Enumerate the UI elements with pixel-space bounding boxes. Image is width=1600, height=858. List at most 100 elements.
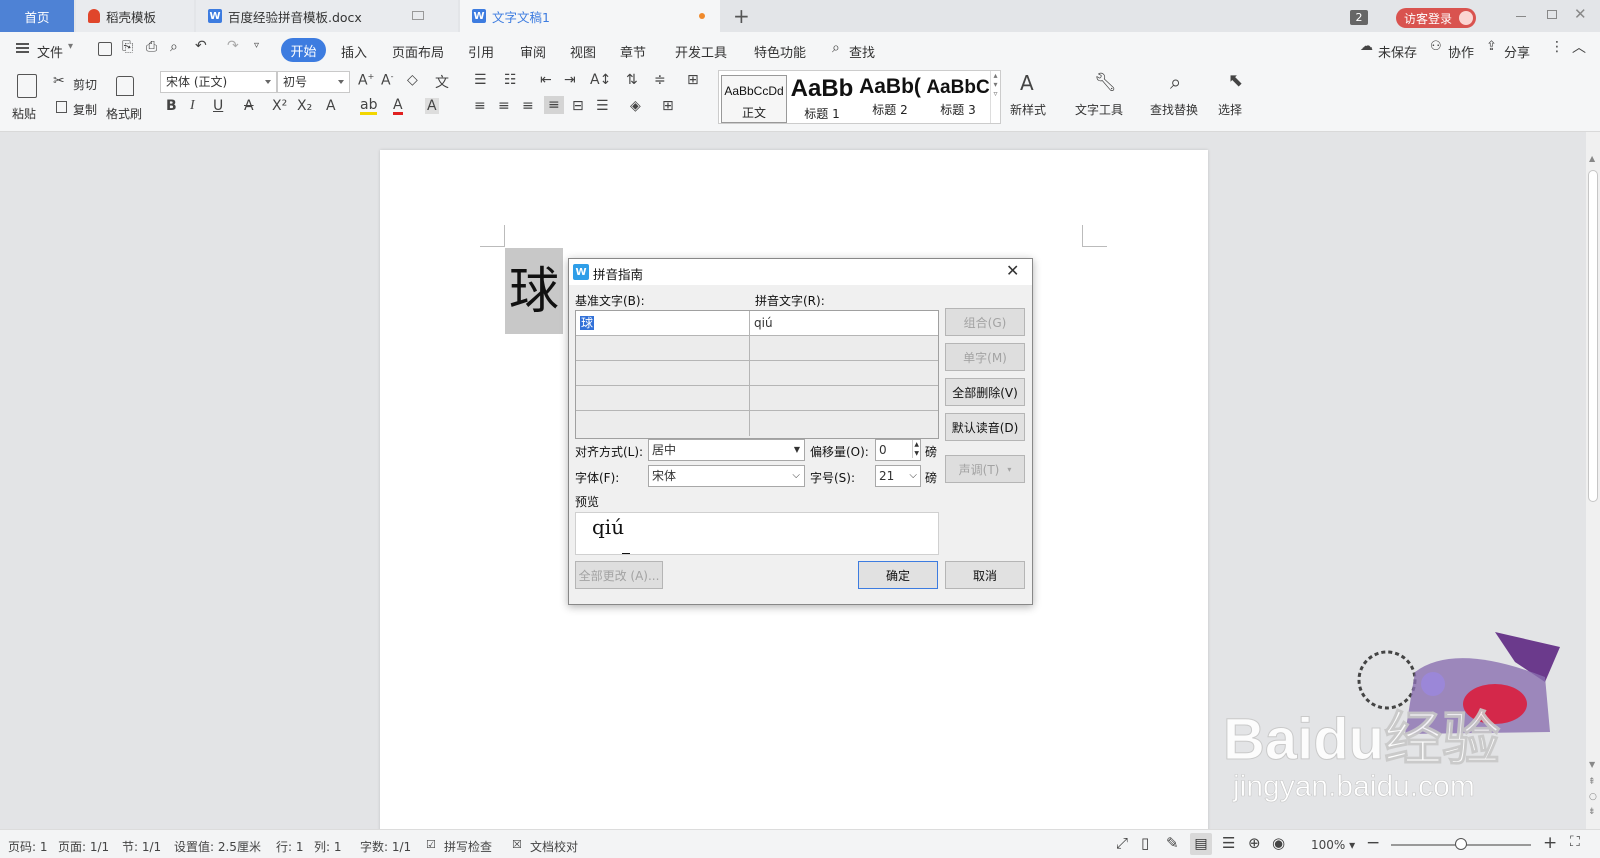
menu-start[interactable]: 开始 <box>281 38 326 62</box>
tone-button[interactable]: 声调(T) ▾ <box>945 455 1025 483</box>
status-pages[interactable]: 页面: 1/1 <box>58 838 109 855</box>
vertical-scrollbar[interactable]: ▲ ▼ ⇞ ○ ⇟ <box>1586 132 1600 829</box>
italic-button[interactable]: I <box>190 98 195 114</box>
style-heading-2[interactable]: AaBb( 标题 2 <box>857 75 923 123</box>
text-tools-button[interactable]: 文字工具 <box>1075 101 1123 118</box>
base-text-input-1[interactable]: 球 <box>576 311 750 336</box>
numbered-list-icon[interactable]: ☷ <box>504 72 517 88</box>
align-left-icon[interactable]: ≡ <box>474 98 486 114</box>
grow-font-icon[interactable]: A+ <box>358 72 374 89</box>
selected-character[interactable]: 球 <box>505 248 563 334</box>
menu-page-layout[interactable]: 页面布局 <box>392 42 444 61</box>
style-normal[interactable]: AaBbCcDd 正文 <box>721 75 787 123</box>
phonetic-guide-icon[interactable]: 文 <box>435 72 449 92</box>
eye-protect-icon[interactable]: ◉ <box>1272 834 1285 852</box>
menu-file[interactable]: 文件 <box>37 42 63 61</box>
decrease-indent-icon[interactable]: ⇤ <box>540 72 552 88</box>
font-color-icon[interactable]: A <box>393 98 403 115</box>
minimize-button[interactable] <box>1516 16 1526 17</box>
align-center-icon[interactable]: ≡ <box>498 98 510 114</box>
find-replace-button[interactable]: 查找替换 <box>1150 101 1198 118</box>
menu-developer[interactable]: 开发工具 <box>675 42 727 61</box>
group-button[interactable]: 组合(G) <box>945 308 1025 336</box>
zoom-out-button[interactable]: − <box>1366 833 1380 853</box>
ruby-text-input-4[interactable] <box>750 386 938 411</box>
menu-chapter[interactable]: 章节 <box>620 42 646 61</box>
more-vertical-icon[interactable]: ⋮ <box>1550 39 1564 55</box>
increase-indent-icon[interactable]: ⇥ <box>564 72 576 88</box>
outline-view-icon[interactable]: ☰ <box>1222 834 1235 852</box>
zoom-slider[interactable] <box>1391 838 1531 850</box>
format-painter-button[interactable]: 格式刷 <box>106 72 146 124</box>
status-section[interactable]: 节: 1/1 <box>122 838 161 855</box>
ruby-text-input-5[interactable] <box>750 411 938 436</box>
font-select[interactable]: 宋体 ⌵ <box>648 465 805 487</box>
size-select[interactable]: 21 ⌵ <box>875 465 921 487</box>
status-column[interactable]: 列: 1 <box>314 838 342 855</box>
scrollbar-thumb[interactable] <box>1588 170 1598 502</box>
share-button[interactable]: 分享 <box>1504 42 1530 61</box>
zoom-level-select[interactable]: 100% ▾ <box>1311 838 1355 852</box>
bold-button[interactable]: B <box>166 98 177 114</box>
style-heading-1[interactable]: AaBb 标题 1 <box>789 75 855 123</box>
fullscreen-icon[interactable]: ⤢ <box>1116 834 1128 852</box>
text-direction-icon[interactable]: A↕ <box>590 72 611 88</box>
new-tab-button[interactable]: + <box>733 4 750 28</box>
search-icon[interactable]: ⌕ <box>832 40 840 56</box>
underline-button[interactable]: U <box>213 98 223 114</box>
status-page[interactable]: 页码: 1 <box>8 838 48 855</box>
font-name-select[interactable]: 宋体 (正文) <box>160 71 277 93</box>
style-heading-3[interactable]: AaBbC 标题 3 <box>925 75 991 123</box>
restore-button[interactable] <box>1547 10 1557 19</box>
offset-spinner[interactable]: 0 ▲ ▼ <box>875 439 921 461</box>
text-effect-icon[interactable]: A <box>326 98 336 114</box>
scroll-down-icon[interactable]: ▼ <box>1589 760 1595 769</box>
menu-references[interactable]: 引用 <box>468 42 494 61</box>
apply-all-button[interactable]: 全部更改 (A)... <box>575 561 663 589</box>
paste-button[interactable]: 粘贴 <box>10 72 46 124</box>
strikethrough-icon[interactable]: A <box>244 98 254 114</box>
prev-page-icon[interactable]: ⇞ <box>1588 777 1596 787</box>
status-word-count[interactable]: 字数: 1/1 <box>360 838 411 855</box>
base-text-input-5[interactable] <box>576 411 750 436</box>
print-icon[interactable]: ⎙ <box>146 39 157 55</box>
cancel-button[interactable]: 取消 <box>945 561 1025 589</box>
undo-icon[interactable]: ↶ <box>195 38 207 54</box>
export-icon[interactable]: ⎘ <box>122 39 133 55</box>
redo-icon[interactable]: ↷ <box>227 38 239 54</box>
base-text-input-4[interactable] <box>576 386 750 411</box>
line-spacing-icon[interactable]: ≑ <box>654 72 666 88</box>
styles-scroll[interactable]: ▴ ▾ ▿ <box>990 71 1000 123</box>
tab-document-1[interactable]: W 百度经验拼音模板.docx <box>196 0 458 32</box>
shading-icon[interactable]: ◈ <box>630 98 641 114</box>
fit-window-icon[interactable]: ⛶ <box>1570 834 1580 850</box>
read-mode-icon[interactable]: ▯ <box>1141 834 1149 852</box>
ruby-text-input-2[interactable] <box>750 336 938 361</box>
base-text-input-2[interactable] <box>576 336 750 361</box>
monitor-icon[interactable] <box>412 11 424 20</box>
web-view-icon[interactable]: ⊕ <box>1248 834 1261 852</box>
zoom-slider-thumb[interactable] <box>1455 838 1467 850</box>
tab-document-2[interactable]: W 文字文稿1 <box>460 0 720 32</box>
bullet-list-icon[interactable]: ☰ <box>474 72 487 88</box>
menu-view[interactable]: 视图 <box>570 42 596 61</box>
ruby-text-input-1[interactable]: qiú <box>750 311 938 336</box>
superscript-icon[interactable]: X² <box>272 98 287 114</box>
menu-special[interactable]: 特色功能 <box>754 42 806 61</box>
font-size-select[interactable]: 初号 <box>277 71 350 93</box>
status-setting[interactable]: 设置值: 2.5厘米 <box>174 838 261 855</box>
window-count-badge[interactable]: 2 <box>1350 10 1368 25</box>
align-select[interactable]: 居中 ▼ <box>648 439 805 461</box>
clear-all-button[interactable]: 全部删除(V) <box>945 378 1025 406</box>
menu-review[interactable]: 审阅 <box>520 42 546 61</box>
close-window-button[interactable]: ✕ <box>1574 5 1587 23</box>
highlight-icon[interactable]: ab <box>360 98 378 115</box>
unsaved-status[interactable]: 未保存 <box>1378 42 1417 61</box>
paragraph-spacing-icon[interactable]: ☰ <box>596 98 609 114</box>
cut-button[interactable]: 剪切 <box>73 76 97 93</box>
scroll-up-icon[interactable]: ▲ <box>1589 154 1595 163</box>
dialog-close-icon[interactable]: ✕ <box>1006 261 1019 280</box>
sort-icon[interactable]: ⇅ <box>626 72 638 88</box>
page-view-icon[interactable]: ▤ <box>1190 833 1212 855</box>
show-marks-icon[interactable]: ⊞ <box>687 72 699 88</box>
